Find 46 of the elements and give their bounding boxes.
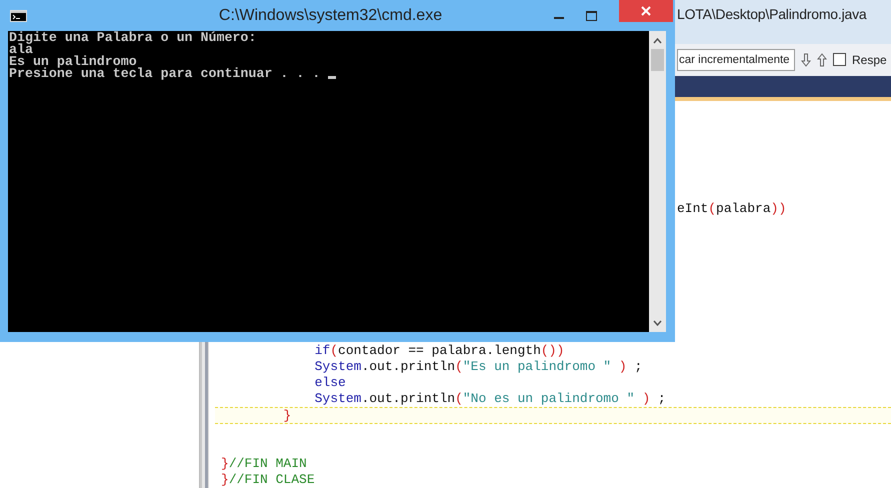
search-field[interactable]: car incrementalmente bbox=[677, 48, 795, 71]
code-bracket: } bbox=[221, 472, 229, 487]
match-case-label: Respe bbox=[852, 52, 887, 67]
console-line: Es un palindromo bbox=[9, 56, 137, 68]
code-keyword: System bbox=[314, 391, 362, 406]
code-keyword: else bbox=[314, 375, 346, 390]
code-bracket: ) bbox=[618, 359, 627, 374]
code-bracket: ) bbox=[641, 391, 650, 406]
down-arrow-icon[interactable] bbox=[801, 52, 811, 67]
code-string: "No es un palindromo " bbox=[462, 391, 635, 406]
code-keyword: if bbox=[314, 343, 330, 358]
maximize-icon[interactable] bbox=[586, 11, 597, 21]
scrollbar[interactable] bbox=[649, 31, 666, 332]
code-bracket: ( bbox=[455, 391, 463, 406]
code-bracket: ( bbox=[330, 343, 338, 358]
code-text: .out.println bbox=[361, 391, 456, 406]
code-bracket: ( bbox=[455, 359, 463, 374]
window-title: C:\Windows\system32\cmd.exe bbox=[218, 6, 444, 24]
code-comment: //FIN MAIN bbox=[228, 456, 307, 471]
console-line: Presione una tecla para continuar . . . bbox=[9, 68, 320, 80]
up-arrow-icon[interactable] bbox=[817, 52, 827, 67]
code-bracket: ( bbox=[708, 201, 716, 216]
code-string: "Es un palindromo " bbox=[462, 359, 612, 374]
scroll-thumb[interactable] bbox=[651, 49, 664, 71]
code-text: eInt bbox=[677, 201, 708, 216]
code-text: palabra bbox=[716, 201, 771, 216]
scroll-down-icon[interactable] bbox=[653, 320, 662, 326]
code-text: contador == palabra.length bbox=[338, 343, 541, 358]
close-icon bbox=[641, 6, 651, 16]
match-case-checkbox[interactable] bbox=[833, 53, 846, 66]
console-line: Digite una Palabra o un Número: bbox=[9, 32, 256, 44]
console-icon bbox=[10, 10, 27, 22]
code-comment: //FIN CLASE bbox=[228, 472, 315, 487]
code-bracket: } bbox=[221, 456, 229, 471]
code-text: .out.println bbox=[361, 359, 456, 374]
console-line: ala bbox=[9, 44, 33, 56]
scroll-up-icon[interactable] bbox=[653, 38, 662, 44]
code-bracket: } bbox=[282, 408, 292, 423]
code-bracket: ()) bbox=[540, 343, 564, 358]
code-text: ; bbox=[656, 391, 666, 406]
code-bracket: )) bbox=[770, 201, 786, 216]
code-text: ; bbox=[634, 359, 642, 374]
text-cursor bbox=[328, 76, 336, 79]
code-keyword: System bbox=[314, 359, 362, 374]
window-title: LOTA\Desktop\Palindromo.java bbox=[677, 6, 866, 22]
close-button[interactable] bbox=[619, 0, 673, 22]
